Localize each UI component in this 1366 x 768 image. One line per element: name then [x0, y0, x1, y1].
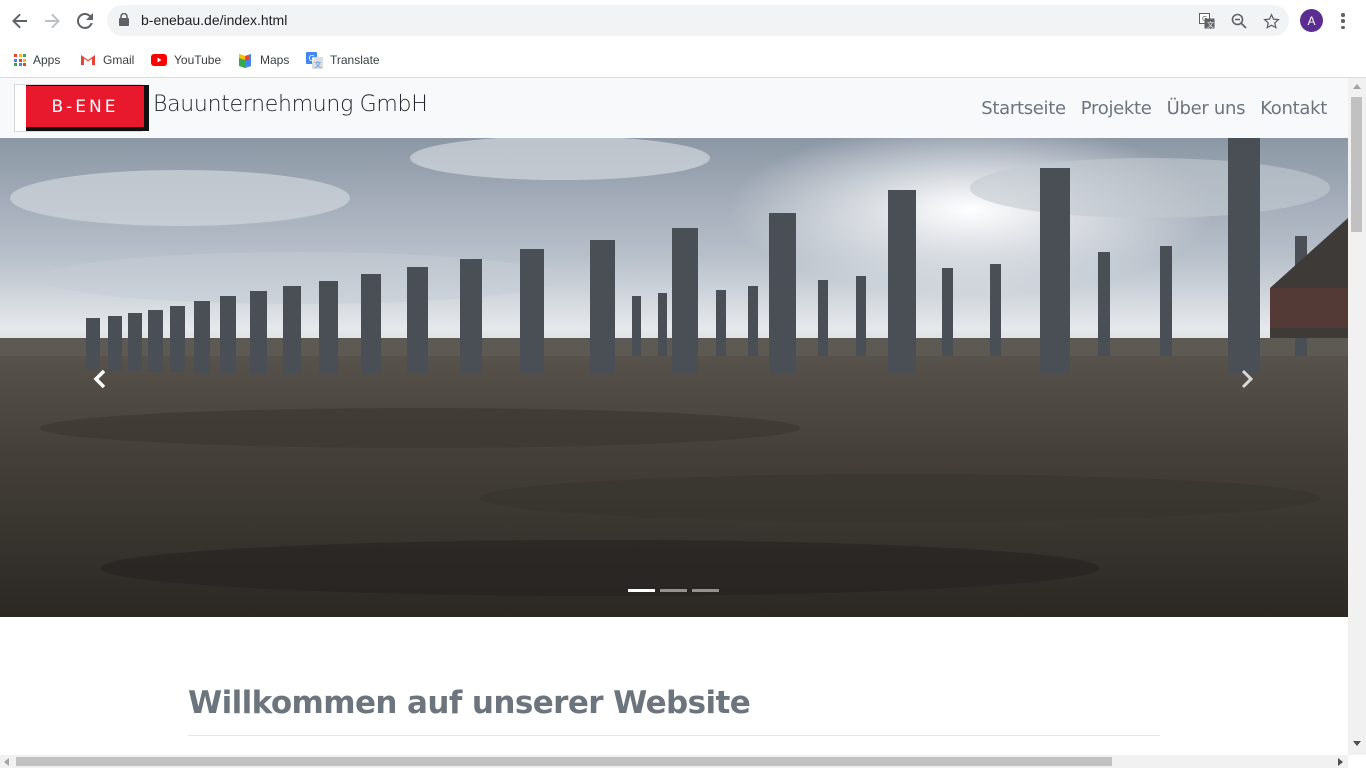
bookmark-label: Gmail: [103, 53, 135, 67]
bookmark-label: YouTube: [174, 53, 222, 67]
translate-icon: G文: [306, 51, 323, 69]
forward-arrow-icon: [45, 13, 60, 29]
vertical-scrollbar[interactable]: [1348, 78, 1366, 755]
reload-button[interactable]: [73, 9, 97, 33]
main-nav: Startseite Projekte Über uns Kontakt: [981, 98, 1327, 119]
carousel-next-button[interactable]: [1232, 364, 1262, 394]
bookmark-label: Maps: [260, 53, 290, 67]
translate-page-icon[interactable]: G文: [1197, 11, 1217, 31]
construction-site-image: [0, 138, 1348, 617]
bookmark-label: Apps: [33, 53, 61, 67]
bookmarks-bar: Apps Gmail YouTube Maps G文 Translate: [0, 42, 1366, 78]
nav-projekte[interactable]: Projekte: [1081, 98, 1152, 119]
carousel-indicator-1[interactable]: [628, 589, 655, 592]
bookmark-star-icon[interactable]: [1261, 11, 1281, 31]
welcome-heading: Willkommen auf unserer Website: [188, 685, 751, 721]
zoom-icon[interactable]: [1229, 11, 1249, 31]
carousel-indicators: [628, 589, 719, 592]
bookmark-youtube[interactable]: YouTube: [151, 49, 221, 71]
reload-icon: [77, 13, 93, 29]
gmail-icon: [81, 55, 95, 65]
chevron-left-icon: [93, 369, 106, 389]
horizontal-scrollbar[interactable]: [0, 755, 1348, 768]
scroll-up-icon[interactable]: [1353, 84, 1361, 89]
carousel-indicator-3[interactable]: [692, 589, 719, 592]
bookmark-maps[interactable]: Maps: [237, 49, 289, 71]
brand-name[interactable]: Bauunternehmung GmbH: [153, 92, 428, 117]
maps-icon: [239, 54, 251, 68]
nav-startseite[interactable]: Startseite: [981, 98, 1066, 119]
address-bar[interactable]: b-enebau.de/index.html G文: [107, 5, 1289, 36]
forward-button[interactable]: [40, 9, 64, 33]
web-page: B-ENE Bauunternehmung GmbH Startseite Pr…: [0, 78, 1348, 755]
browser-menu-icon[interactable]: [1334, 11, 1352, 31]
scroll-down-icon[interactable]: [1353, 741, 1361, 746]
svg-text:文: 文: [315, 60, 322, 69]
apps-grid-icon: [14, 54, 26, 66]
browser-toolbar: b-enebau.de/index.html G文 A: [0, 0, 1366, 42]
carousel-indicator-2[interactable]: [660, 589, 687, 592]
scroll-right-icon[interactable]: [1338, 758, 1343, 766]
nav-kontakt[interactable]: Kontakt: [1260, 98, 1327, 119]
bookmark-translate[interactable]: G文 Translate: [306, 49, 380, 71]
vertical-scroll-thumb[interactable]: [1351, 97, 1362, 232]
scroll-left-icon[interactable]: [4, 758, 9, 766]
bookmark-label: Translate: [330, 53, 380, 67]
profile-avatar[interactable]: A: [1300, 9, 1323, 32]
svg-text:文: 文: [1207, 20, 1214, 29]
back-button[interactable]: [8, 9, 32, 33]
horizontal-scroll-thumb[interactable]: [16, 757, 1112, 766]
chevron-right-icon: [1241, 369, 1254, 389]
back-arrow-icon: [12, 13, 27, 29]
lock-icon: [119, 12, 129, 31]
nav-ueber-uns[interactable]: Über uns: [1167, 98, 1246, 119]
logo-text: B-ENE: [26, 85, 149, 131]
site-header: B-ENE Bauunternehmung GmbH Startseite Pr…: [0, 78, 1348, 138]
divider: [188, 735, 1160, 736]
bookmark-gmail[interactable]: Gmail: [80, 49, 134, 71]
bookmark-apps[interactable]: Apps: [14, 49, 60, 71]
url-text[interactable]: b-enebau.de/index.html: [141, 12, 287, 28]
logo[interactable]: B-ENE: [14, 84, 149, 132]
carousel-prev-button[interactable]: [85, 364, 115, 394]
hero-carousel: [0, 138, 1348, 617]
youtube-icon: [151, 54, 167, 66]
